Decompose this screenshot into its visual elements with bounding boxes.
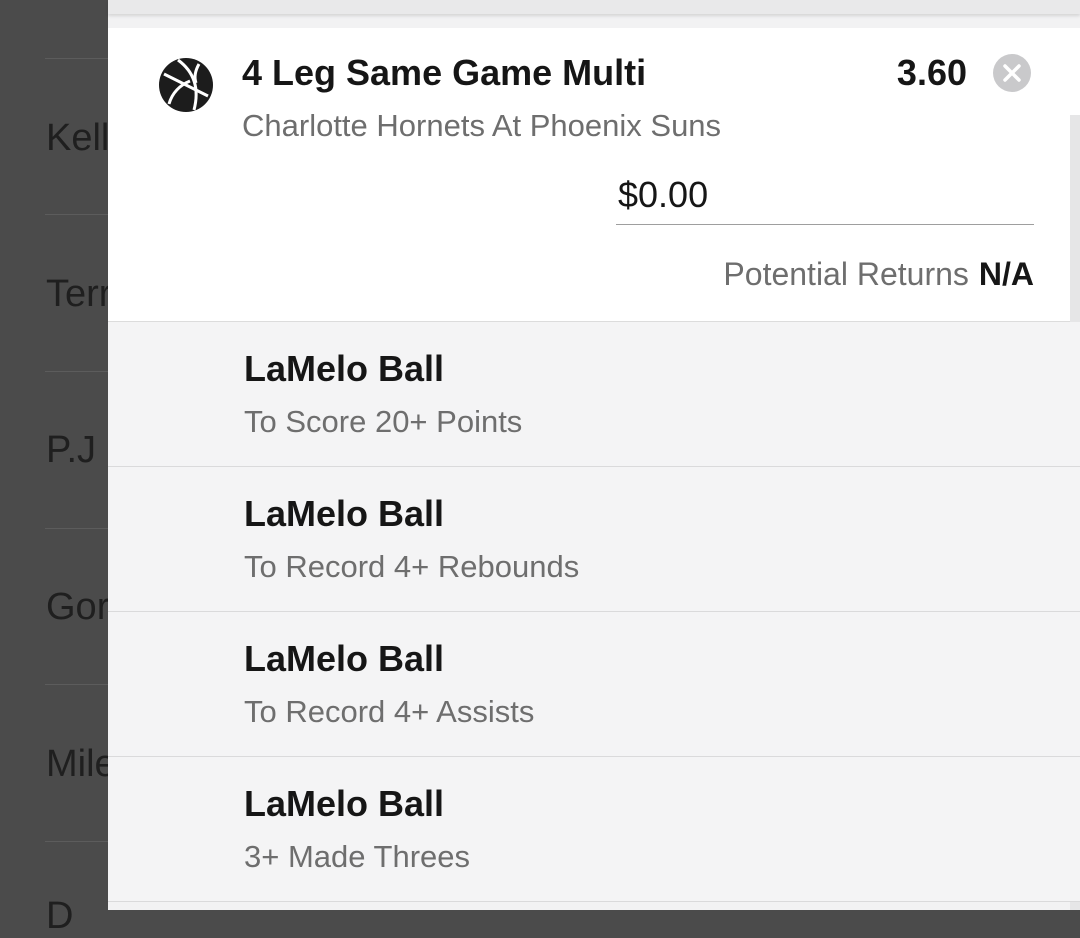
leg-player: LaMelo Ball	[244, 348, 445, 389]
leg-market: To Record 4+ Rebounds	[244, 549, 580, 584]
bet-leg: LaMelo Ball To Record 4+ Assists	[108, 612, 1080, 757]
leg-market: To Score 20+ Points	[244, 404, 523, 439]
leg-player: LaMelo Ball	[244, 493, 445, 534]
panel-top-bar	[108, 0, 1080, 14]
multi-bet-card: 4 Leg Same Game Multi Charlotte Hornets …	[108, 28, 1080, 322]
bet-odds: 3.60	[896, 52, 967, 93]
list-item: Terr	[46, 273, 112, 315]
list-item: D	[46, 895, 74, 937]
bet-leg: LaMelo Ball To Record 4+ Rebounds	[108, 467, 1080, 612]
bet-leg: LaMelo Ball 3+ Made Threes	[108, 757, 1080, 902]
potential-returns-value: N/A	[978, 256, 1034, 292]
leg-player: LaMelo Ball	[244, 638, 445, 679]
stake-field[interactable]	[616, 174, 1036, 225]
event-name: Charlotte Hornets At Phoenix Suns	[242, 108, 722, 143]
potential-returns-label: Potential Returns	[723, 256, 969, 292]
list-item: Gor	[46, 586, 110, 628]
bet-leg: LaMelo Ball To Score 20+ Points	[108, 322, 1080, 467]
stake-input[interactable]	[616, 174, 1036, 216]
close-icon	[1003, 64, 1021, 82]
leg-market: To Record 4+ Assists	[244, 694, 535, 729]
potential-returns: Potential Returns N/A	[723, 256, 1034, 293]
leg-market: 3+ Made Threes	[244, 839, 471, 874]
leg-player: LaMelo Ball	[244, 783, 445, 824]
bet-title: 4 Leg Same Game Multi	[242, 52, 647, 93]
list-item: P.J	[46, 429, 97, 471]
list-item: Mile	[46, 743, 116, 785]
bet-slip-panel: 4 Leg Same Game Multi Charlotte Hornets …	[108, 0, 1080, 910]
basketball-icon	[158, 57, 214, 113]
remove-bet-button[interactable]	[993, 54, 1031, 92]
list-item: Kell	[46, 117, 110, 159]
